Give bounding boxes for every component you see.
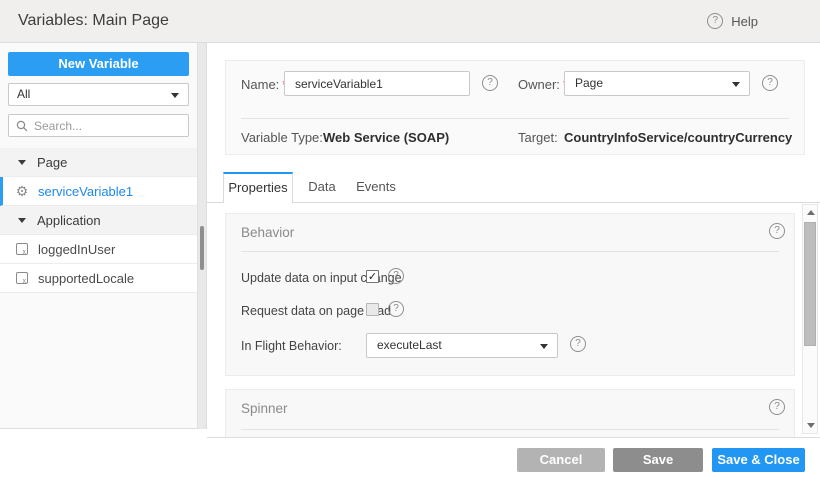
target-label: Target: <box>518 130 558 145</box>
request-on-page-load-help-icon[interactable]: ? <box>388 301 404 317</box>
in-flight-behavior-label: In Flight Behavior: <box>241 339 342 353</box>
help-button[interactable]: ? Help <box>707 0 758 42</box>
tab-events[interactable]: Events <box>349 173 403 203</box>
page-title: Variables: Main Page <box>18 0 169 42</box>
properties-scrollbar[interactable] <box>802 204 818 434</box>
name-label: Name:* <box>241 77 287 92</box>
spinner-section-title: Spinner <box>241 401 288 416</box>
help-icon: ? <box>707 13 723 29</box>
tree-group-label: Page <box>37 155 67 170</box>
variables-dialog: Variables: Main Page ? Help New Variable… <box>0 0 820 487</box>
variable-type-value: Web Service (SOAP) <box>323 130 449 145</box>
update-on-input-change-help-icon[interactable]: ? <box>388 268 404 284</box>
cancel-button[interactable]: Cancel <box>517 448 605 472</box>
new-variable-button[interactable]: New Variable <box>8 52 189 76</box>
tab-properties[interactable]: Properties <box>223 172 293 203</box>
behavior-section-title: Behavior <box>241 225 294 240</box>
variable-type-label: Variable Type: <box>241 130 323 145</box>
name-help-icon[interactable]: ? <box>482 75 498 91</box>
request-on-page-load-checkbox[interactable] <box>366 303 379 316</box>
owner-help-icon[interactable]: ? <box>762 75 778 91</box>
in-flight-behavior-value: executeLast <box>377 338 442 352</box>
divider <box>241 429 779 430</box>
variable-filter-value: All <box>17 87 30 101</box>
save-button[interactable]: Save <box>613 448 703 472</box>
tree-item-label: loggedInUser <box>38 242 115 257</box>
search-input[interactable] <box>34 119 174 133</box>
divider <box>241 251 779 252</box>
tree-group-label: Application <box>37 213 101 228</box>
check-icon: ✓ <box>368 271 377 283</box>
gear-icon: ⚙ <box>14 183 30 200</box>
scrollbar-thumb[interactable] <box>804 222 816 346</box>
tree-group-page[interactable]: Page <box>0 148 197 177</box>
chevron-down-icon <box>171 93 179 98</box>
search-icon <box>16 120 28 132</box>
update-on-input-change-checkbox[interactable]: ✓ <box>366 270 379 283</box>
variable-details-card: Name:* ? Owner:* Page ? Variable Type: W… <box>225 60 805 155</box>
tree-group-application[interactable]: Application <box>0 206 197 235</box>
spinner-help-icon[interactable]: ? <box>769 399 785 415</box>
scroll-up-icon[interactable] <box>807 210 815 215</box>
variable-tree: Page ⚙ serviceVariable1 Application x lo… <box>0 148 197 293</box>
chevron-down-icon <box>540 344 548 349</box>
save-and-close-button[interactable]: Save & Close <box>712 448 805 472</box>
variable-filter-select[interactable]: All <box>8 83 189 106</box>
in-flight-behavior-select[interactable]: executeLast <box>366 333 558 358</box>
properties-tab-panel: Behavior ? Update data on input change ✓… <box>207 203 820 438</box>
variable-icon: x <box>16 243 28 255</box>
sidebar-splitter[interactable] <box>197 43 207 429</box>
variable-search <box>8 114 189 137</box>
divider <box>241 118 789 119</box>
spinner-section: Spinner ? <box>225 389 795 438</box>
tab-data[interactable]: Data <box>299 173 345 203</box>
help-label: Help <box>731 14 758 29</box>
target-value: CountryInfoService/countryCurrency <box>564 130 792 145</box>
caret-down-icon <box>18 160 26 165</box>
behavior-help-icon[interactable]: ? <box>769 223 785 239</box>
scroll-down-icon[interactable] <box>807 423 815 428</box>
tree-item-servicevariable1[interactable]: ⚙ serviceVariable1 <box>0 177 197 206</box>
tab-bar: Properties Data Events <box>207 172 820 203</box>
name-input[interactable] <box>284 71 470 96</box>
in-flight-behavior-help-icon[interactable]: ? <box>570 336 586 352</box>
owner-label: Owner:* <box>518 77 568 92</box>
dialog-header: Variables: Main Page ? Help <box>0 0 820 43</box>
owner-select[interactable]: Page <box>564 71 750 96</box>
caret-down-icon <box>18 218 26 223</box>
variables-sidebar: New Variable All Page ⚙ serviceVariable1 <box>0 43 197 429</box>
tree-item-label: supportedLocale <box>38 271 134 286</box>
owner-select-value: Page <box>575 76 603 90</box>
chevron-down-icon <box>732 82 740 87</box>
dialog-footer: Cancel Save Save & Close <box>0 438 820 487</box>
sidebar-scrollbar-thumb[interactable] <box>200 226 204 270</box>
variable-icon: x <box>16 272 28 284</box>
behavior-section: Behavior ? Update data on input change ✓… <box>225 213 795 376</box>
tree-item-label: serviceVariable1 <box>38 184 133 199</box>
tree-item-loggedinuser[interactable]: x loggedInUser <box>0 235 197 264</box>
tree-item-supportedlocale[interactable]: x supportedLocale <box>0 264 197 293</box>
